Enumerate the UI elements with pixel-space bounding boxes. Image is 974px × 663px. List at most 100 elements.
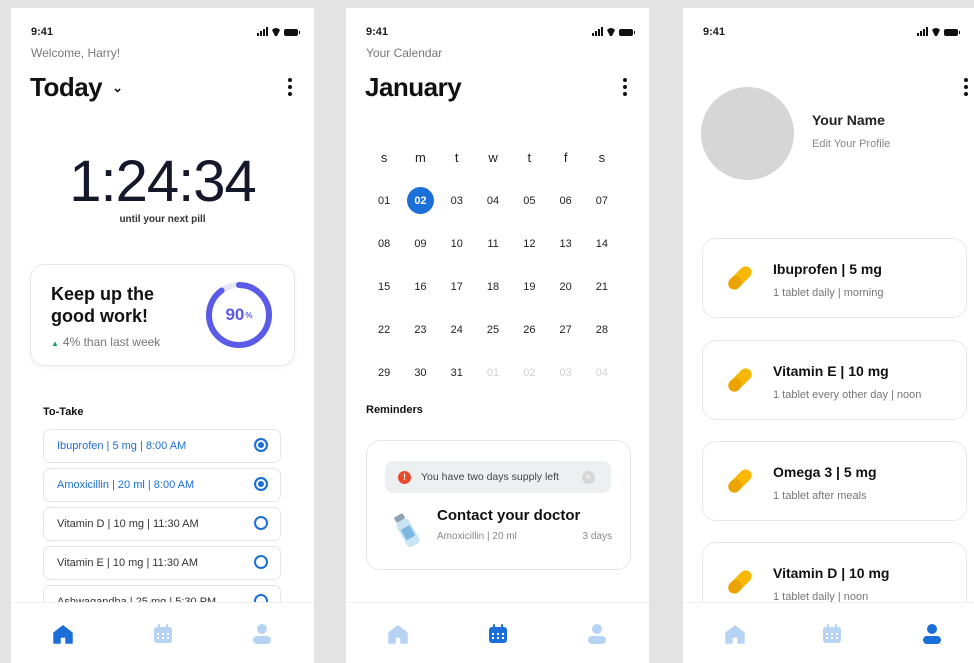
close-icon[interactable]: × (582, 471, 595, 484)
calendar-day[interactable]: 28 (584, 324, 620, 336)
calendar-day[interactable]: 13 (547, 238, 583, 250)
calendar-day[interactable]: 16 (402, 281, 438, 293)
calendar-day[interactable]: 08 (366, 238, 402, 250)
progress-card: Keep up the good work! ▲ 4% than last wee… (30, 264, 295, 366)
tab-bar (683, 602, 974, 663)
home-icon[interactable] (387, 623, 409, 645)
profile-name: Your Name (812, 112, 885, 128)
calendar-day[interactable]: 18 (475, 281, 511, 293)
today-screen: 9:41 Welcome, Harry! Today ⌄ 1:24:34 unt… (11, 8, 314, 663)
weekday-header: smtwtfs (366, 136, 637, 179)
wifi-icon (271, 28, 281, 36)
calendar-day[interactable]: 05 (511, 195, 547, 207)
progress-percent: 90% (225, 305, 253, 324)
battery-icon (619, 29, 635, 36)
medication-detail: 1 tablet every other day | noon (773, 389, 922, 401)
calendar-subtitle: Your Calendar (366, 46, 443, 60)
home-icon[interactable] (724, 623, 746, 645)
calendar-day[interactable]: 25 (475, 324, 511, 336)
calendar-day[interactable]: 15 (366, 281, 402, 293)
calendar-day[interactable]: 03 (439, 195, 475, 207)
list-item[interactable]: Amoxicillin | 20 ml | 8:00 AM (43, 468, 281, 502)
battery-icon (944, 29, 960, 36)
calendar-day[interactable]: 24 (439, 324, 475, 336)
weekday-label: t (454, 150, 459, 165)
more-options-icon[interactable] (623, 78, 627, 96)
medication-card[interactable]: Omega 3 | 5 mg 1 tablet after meals (702, 441, 967, 521)
medication-label: Vitamin D | 10 mg | 11:30 AM (57, 518, 199, 530)
welcome-text: Welcome, Harry! (31, 46, 121, 60)
calendar-day: 03 (559, 366, 572, 379)
chevron-down-icon: ⌄ (112, 79, 123, 95)
checkbox[interactable] (254, 516, 268, 530)
calendar-week: 15 16 17 18 19 20 21 (366, 265, 637, 308)
medication-card[interactable]: Ibuprofen | 5 mg 1 tablet daily | mornin… (702, 238, 967, 318)
medication-label: Ibuprofen | 5 mg | 8:00 AM (57, 440, 187, 452)
medication-name: Omega 3 | 5 mg (773, 464, 877, 480)
avatar[interactable] (701, 87, 794, 180)
list-item[interactable]: Vitamin D | 10 mg | 11:30 AM (43, 507, 281, 541)
edit-profile-link[interactable]: Edit Your Profile (812, 138, 890, 150)
calendar-day[interactable]: 23 (402, 324, 438, 336)
calendar-week: 29 30 31 01 02 03 04 (366, 351, 637, 394)
status-bar: 9:41 (366, 26, 635, 40)
checkbox-checked[interactable] (254, 477, 268, 491)
signal-icon (592, 27, 603, 36)
calendar-day[interactable]: 31 (439, 367, 475, 379)
home-icon[interactable] (52, 623, 74, 645)
calendar-day[interactable]: 19 (511, 281, 547, 293)
countdown-timer: 1:24:34 (69, 149, 257, 214)
profile-icon[interactable] (586, 623, 608, 645)
calendar-week: 01 02 03 04 05 06 07 (366, 179, 637, 222)
calendar-day[interactable]: 09 (402, 238, 438, 250)
calendar-day[interactable]: 11 (475, 238, 511, 250)
calendar-day[interactable]: 21 (584, 281, 620, 293)
calendar-day-selected[interactable]: 02 (402, 187, 438, 214)
profile-screen: 9:41 Your Name Edit Your Profile Ibuprof… (683, 8, 974, 663)
calendar-day[interactable]: 20 (547, 281, 583, 293)
medication-label: Amoxicillin | 20 ml | 8:00 AM (57, 479, 195, 491)
trend-up-icon: ▲ (51, 339, 59, 348)
calendar-icon[interactable] (821, 623, 843, 645)
reminder-card[interactable]: ! You have two days supply left × Contac… (366, 440, 631, 570)
weekday-label: w (488, 150, 498, 165)
calendar-icon[interactable] (152, 623, 174, 645)
checkbox[interactable] (254, 555, 268, 569)
alert-icon: ! (398, 471, 411, 484)
profile-icon[interactable] (921, 623, 943, 645)
supply-alert: ! You have two days supply left × (385, 461, 611, 493)
calendar-icon[interactable] (487, 623, 509, 645)
calendar-day[interactable]: 06 (547, 195, 583, 207)
calendar-day[interactable]: 26 (511, 324, 547, 336)
countdown-caption: until your next pill (119, 214, 206, 225)
profile-icon[interactable] (251, 623, 273, 645)
calendar-day[interactable]: 01 (366, 195, 402, 207)
calendar-day[interactable]: 29 (366, 367, 402, 379)
medication-card[interactable]: Vitamin E | 10 mg 1 tablet every other d… (702, 340, 967, 420)
status-time: 9:41 (703, 26, 726, 38)
capsule-icon (728, 368, 752, 392)
calendar-day[interactable]: 27 (547, 324, 583, 336)
page-title: January (365, 72, 462, 102)
calendar-day[interactable]: 10 (439, 238, 475, 250)
calendar-day[interactable]: 30 (402, 367, 438, 379)
list-item[interactable]: Vitamin E | 10 mg | 11:30 AM (43, 546, 281, 580)
calendar-grid: s m t w t f s 01 02 03 04 05 06 07 08 09 10 11 12 13 14 15 16 1… (366, 136, 637, 394)
date-selector[interactable]: Today ⌄ (30, 72, 123, 103)
weekday-label: t (527, 150, 532, 165)
checkbox-checked[interactable] (254, 438, 268, 452)
more-options-icon[interactable] (288, 78, 292, 96)
list-item[interactable]: Ibuprofen | 5 mg | 8:00 AM (43, 429, 281, 463)
more-options-icon[interactable] (964, 78, 968, 96)
calendar-day[interactable]: 22 (366, 324, 402, 336)
calendar-day[interactable]: 04 (475, 195, 511, 207)
calendar-day[interactable]: 17 (439, 281, 475, 293)
calendar-day[interactable]: 12 (511, 238, 547, 250)
reminder-due: 3 days (582, 531, 612, 542)
signal-icon (257, 27, 268, 36)
reminder-title: Contact your doctor (437, 507, 581, 524)
calendar-day[interactable]: 14 (584, 238, 620, 250)
calendar-day: 04 (595, 366, 609, 379)
status-bar: 9:41 (31, 26, 300, 40)
calendar-day[interactable]: 07 (584, 195, 620, 207)
